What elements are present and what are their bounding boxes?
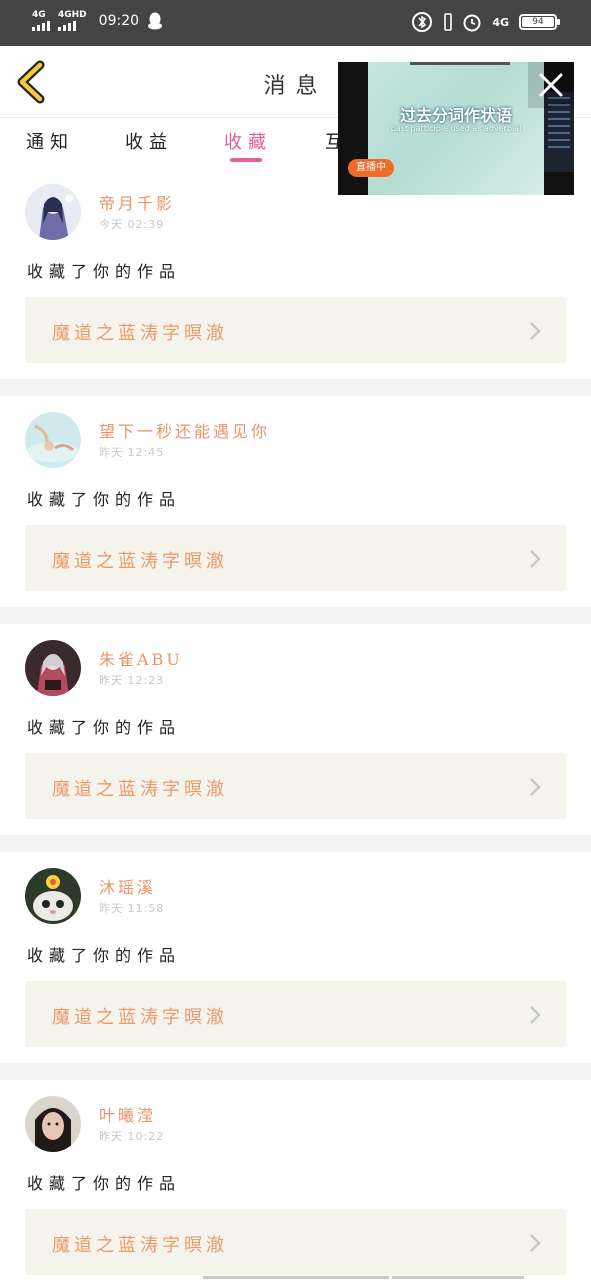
vibrate-icon	[444, 13, 453, 31]
chevron-right-icon	[530, 778, 541, 796]
status-right: 4G 94	[412, 12, 560, 32]
chevron-right-icon	[530, 550, 541, 568]
timestamp: 昨天 10:22	[99, 1130, 165, 1143]
username[interactable]: 望下一秒还能遇见你	[99, 418, 270, 442]
work-link[interactable]: 魔道之蓝涛字暝澈	[25, 1209, 566, 1275]
video-subtitle: past participle used as adverbial	[390, 124, 522, 133]
chevron-right-icon	[530, 322, 541, 340]
avatar[interactable]	[25, 412, 81, 468]
action-text: 收藏了你的作品	[27, 1174, 182, 1193]
bluetooth-icon	[412, 12, 433, 32]
username[interactable]: 朱雀ABU	[99, 646, 183, 670]
timestamp: 昨天 11:58	[99, 902, 165, 915]
status-time: 09:20	[98, 13, 140, 29]
username[interactable]: 沐瑶溪	[99, 874, 156, 898]
work-title: 魔道之蓝涛字暝澈	[52, 551, 228, 572]
status-left: 4G 4GHD 09:20	[32, 11, 163, 31]
list-item: 叶曦滢 昨天 10:22 收藏了你的作品 魔道之蓝涛字暝澈	[0, 1080, 591, 1280]
username[interactable]: 叶曦滢	[99, 1102, 156, 1126]
signal-1: 4G	[32, 11, 50, 31]
list-item: 沐瑶溪 昨天 11:58 收藏了你的作品 魔道之蓝涛字暝澈	[0, 852, 591, 1063]
tab-favorites[interactable]: 收藏	[224, 128, 272, 154]
action-text: 收藏了你的作品	[27, 718, 182, 737]
action-text: 收藏了你的作品	[27, 946, 182, 965]
action-text: 收藏了你的作品	[27, 262, 182, 281]
live-badge: 直播中	[348, 159, 394, 177]
work-title: 魔道之蓝涛字暝澈	[52, 1007, 228, 1028]
active-tab-indicator	[230, 158, 262, 162]
list-item: 帝月千影 今天 02:39 收藏了你的作品 魔道之蓝涛字暝澈	[0, 168, 591, 379]
notification-list: 帝月千影 今天 02:39 收藏了你的作品 魔道之蓝涛字暝澈 望下一秒还能遇见你…	[0, 168, 591, 1280]
alarm-icon	[463, 14, 481, 32]
signal-bars-icon	[58, 21, 76, 31]
avatar[interactable]	[25, 1096, 81, 1152]
home-indicator	[203, 1276, 389, 1279]
video-top-bar	[410, 62, 510, 65]
battery-icon: 94	[519, 14, 560, 30]
avatar[interactable]	[25, 184, 81, 240]
chevron-right-icon	[530, 1006, 541, 1024]
signal-2: 4GHD	[58, 11, 87, 31]
battery-level: 94	[532, 17, 544, 27]
work-title: 魔道之蓝涛字暝澈	[52, 1235, 228, 1256]
tab-earnings[interactable]: 收益	[125, 128, 173, 154]
timestamp: 昨天 12:45	[99, 446, 165, 459]
work-link[interactable]: 魔道之蓝涛字暝澈	[25, 297, 566, 363]
work-link[interactable]: 魔道之蓝涛字暝澈	[25, 753, 566, 819]
chevron-right-icon	[530, 1234, 541, 1252]
action-text: 收藏了你的作品	[27, 490, 182, 509]
timestamp: 昨天 12:23	[99, 674, 165, 687]
list-item: 望下一秒还能遇见你 昨天 12:45 收藏了你的作品 魔道之蓝涛字暝澈	[0, 396, 591, 607]
work-link[interactable]: 魔道之蓝涛字暝澈	[25, 981, 566, 1047]
qq-penguin-icon	[148, 12, 163, 30]
signal-bars-icon	[32, 21, 50, 31]
tab-notifications[interactable]: 通知	[26, 128, 74, 154]
network-type: 4G	[492, 15, 509, 29]
work-title: 魔道之蓝涛字暝澈	[52, 323, 228, 344]
screen: 4G 4GHD 09:20 4G 94 消息 通知 收益 收藏 互 帝月千影 今…	[0, 0, 591, 1280]
work-title: 魔道之蓝涛字暝澈	[52, 779, 228, 800]
floating-video-player[interactable]: 过去分词作状语 past participle used as adverbia…	[338, 62, 574, 195]
avatar[interactable]	[25, 640, 81, 696]
timestamp: 今天 02:39	[99, 218, 165, 231]
list-item: 朱雀ABU 昨天 12:23 收藏了你的作品 魔道之蓝涛字暝澈	[0, 624, 591, 835]
username[interactable]: 帝月千影	[99, 190, 175, 214]
work-link[interactable]: 魔道之蓝涛字暝澈	[25, 525, 566, 591]
avatar[interactable]	[25, 868, 81, 924]
status-bar: 4G 4GHD 09:20 4G 94	[0, 0, 591, 46]
home-indicator-segment	[392, 1276, 524, 1279]
close-icon[interactable]	[528, 62, 574, 108]
signal-1-label: 4G	[32, 10, 46, 20]
signal-2-label: 4GHD	[58, 10, 87, 20]
